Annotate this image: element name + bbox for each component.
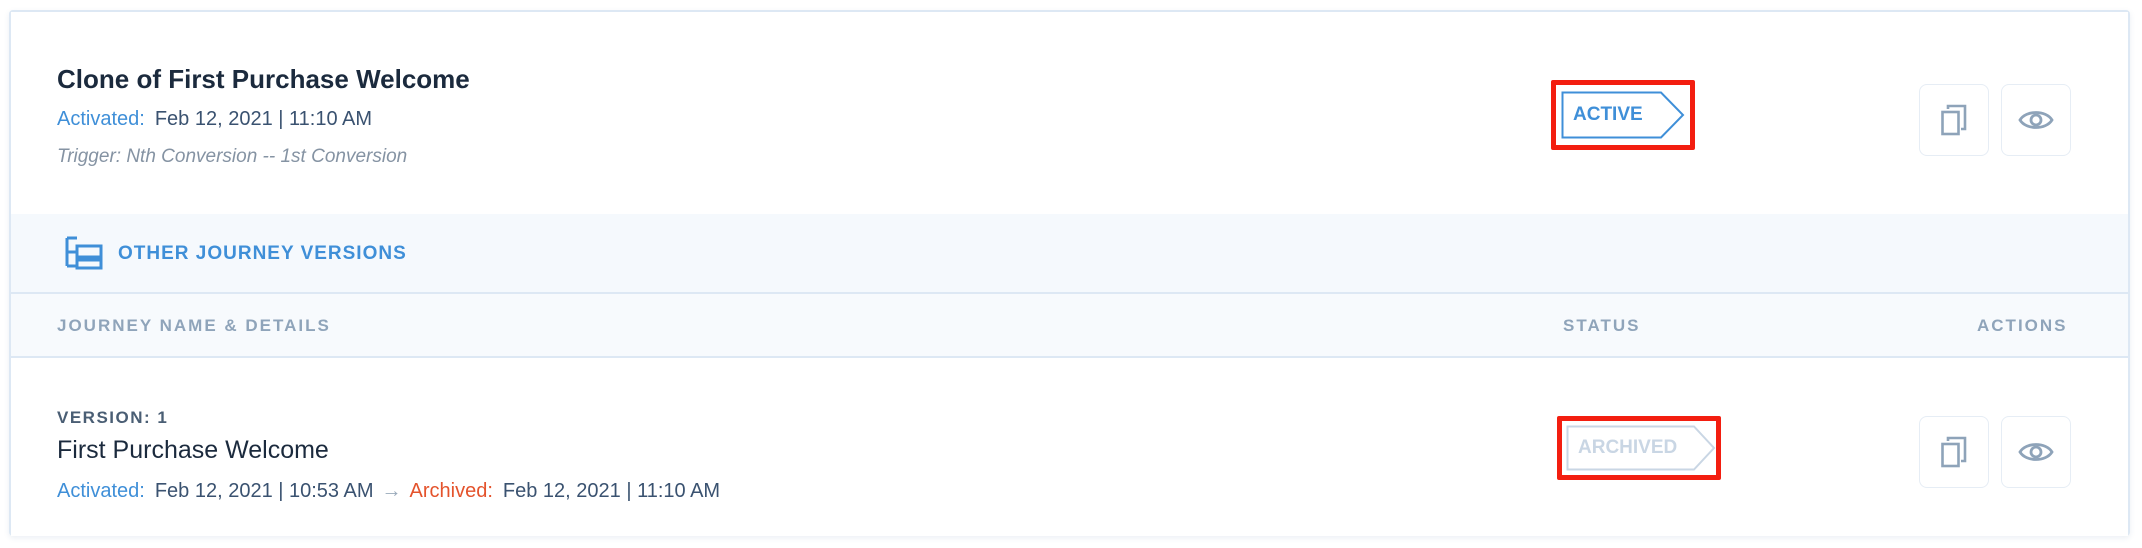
status-badge-label: ARCHIVED — [1578, 437, 1678, 458]
journey-activated-line: Activated: Feb 12, 2021 | 11:10 AM — [57, 108, 372, 131]
eye-icon — [2018, 443, 2054, 461]
status-badge: ACTIVE — [1561, 91, 1685, 139]
status-badge: ARCHIVED — [1566, 425, 1716, 471]
header-actions: ACTIONS — [1977, 316, 2068, 335]
journey-card: Clone of First Purchase Welcome Activate… — [9, 10, 2130, 536]
version-name: First Purchase Welcome — [57, 436, 329, 464]
version-archived-value: Feb 12, 2021 | 11:10 AM — [502, 480, 721, 502]
copy-version-button[interactable] — [1919, 416, 1989, 488]
version-number: VERSION: 1 — [57, 408, 169, 427]
eye-icon — [2018, 111, 2054, 129]
copy-icon — [1941, 104, 1967, 136]
table-row: VERSION: 1 First Purchase Welcome Activa… — [11, 358, 2128, 536]
journey-trigger: Trigger: Nth Conversion -- 1st Conversio… — [57, 146, 408, 167]
header-name-details: JOURNEY NAME & DETAILS — [57, 316, 331, 335]
versions-table-header: JOURNEY NAME & DETAILS STATUS ACTIONS — [11, 294, 2128, 358]
activated-value: Feb 12, 2021 | 11:10 AM — [154, 108, 373, 130]
hierarchy-icon — [65, 236, 103, 270]
copy-icon — [1941, 436, 1967, 468]
view-journey-button[interactable] — [2001, 84, 2071, 156]
active-journey-row: Clone of First Purchase Welcome Activate… — [11, 12, 2128, 214]
arrow-icon: → — [381, 480, 402, 502]
other-versions-bar[interactable]: OTHER JOURNEY VERSIONS — [11, 214, 2128, 294]
copy-journey-button[interactable] — [1919, 84, 1989, 156]
other-versions-label: OTHER JOURNEY VERSIONS — [118, 243, 407, 264]
status-badge-label: ACTIVE — [1573, 104, 1643, 125]
version-activated-value: Feb 12, 2021 | 10:53 AM — [154, 480, 374, 502]
header-status: STATUS — [1563, 316, 1641, 335]
version-activated-label: Activated: — [57, 480, 145, 502]
version-archived-label: Archived: — [409, 480, 493, 502]
version-dates: Activated: Feb 12, 2021 | 10:53 AM → Archiv… — [57, 480, 720, 503]
activated-label: Activated: — [57, 108, 145, 130]
journey-title: Clone of First Purchase Welcome — [57, 64, 470, 94]
view-version-button[interactable] — [2001, 416, 2071, 488]
